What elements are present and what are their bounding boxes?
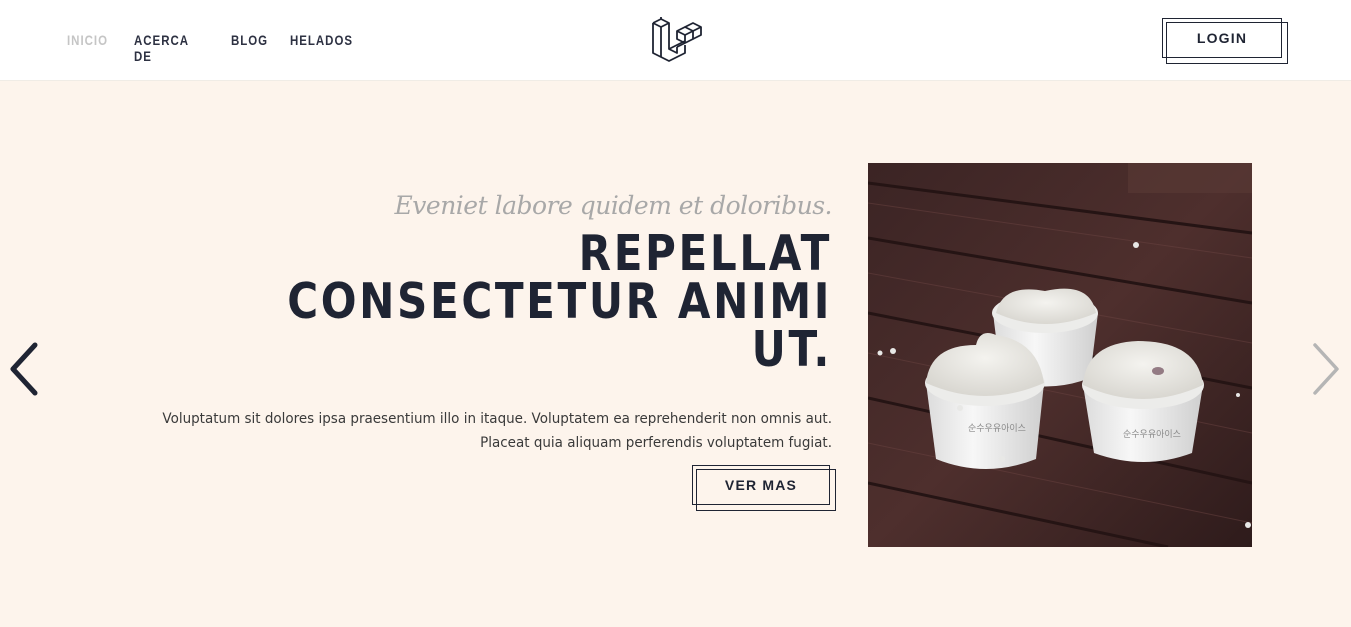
chevron-right-icon — [1313, 343, 1339, 395]
nav-item-helados[interactable]: HELADOS — [290, 32, 353, 48]
hero-carousel: Eveniet labore quidem et doloribus. REPE… — [0, 81, 1351, 627]
ver-mas-label: VER MAS — [724, 477, 798, 493]
hero-description-line-2: Placeat quia aliquam perferendis volupta… — [480, 435, 832, 451]
chevron-left-icon — [10, 342, 38, 396]
hero-subtitle: Eveniet labore quidem et doloribus. — [394, 191, 833, 220]
carousel-next-button[interactable] — [1306, 339, 1346, 399]
carousel-prev-button[interactable] — [4, 339, 44, 399]
login-label: LOGIN — [1196, 30, 1248, 46]
nav-item-acerca-de[interactable]: ACERCA DE — [134, 32, 189, 64]
hero-image: 순수우유아이스 순수우유아이스 — [868, 163, 1252, 547]
ver-mas-button[interactable]: VER MAS — [692, 465, 836, 511]
svg-text:순수우유아이스: 순수우유아이스 — [968, 423, 1026, 434]
svg-text:순수우유아이스: 순수우유아이스 — [1123, 429, 1181, 440]
hero-description: Voluptatum sit dolores ipsa praesentium … — [110, 407, 832, 455]
site-header: INICIO ACERCA DE BLOG HELADOS LOGIN — [0, 0, 1351, 81]
nav-item-blog[interactable]: BLOG — [231, 32, 268, 48]
laravel-logo-icon[interactable] — [651, 15, 703, 65]
hero-text-block: Eveniet labore quidem et doloribus. REPE… — [110, 191, 832, 455]
nav-item-inicio[interactable]: INICIO — [67, 32, 108, 48]
hero-description-line-1: Voluptatum sit dolores ipsa praesentium … — [162, 411, 833, 427]
login-button[interactable]: LOGIN — [1162, 18, 1288, 64]
hero-title: REPELLAT CONSECTETUR ANIMI UT. — [287, 225, 832, 378]
